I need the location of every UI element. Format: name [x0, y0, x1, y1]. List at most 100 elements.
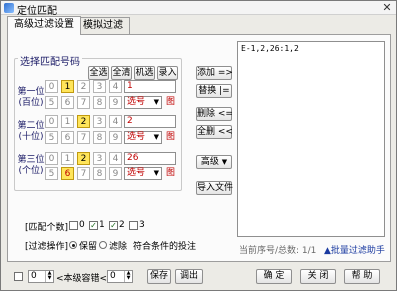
random-pick-button[interactable]: 机选 — [134, 66, 155, 80]
load-button[interactable]: 调出 — [175, 269, 203, 284]
num-cell[interactable]: 3 — [93, 80, 106, 93]
chevron-down-icon: ▼ — [221, 158, 228, 166]
save-button[interactable]: 保存 — [147, 269, 171, 284]
row3-number-input[interactable]: 26 — [124, 152, 176, 165]
match-count-checkbox-2[interactable]: ✓ — [109, 221, 118, 230]
advanced-dropdown-button[interactable]: 高级 ▼ — [196, 155, 232, 169]
num-cell[interactable]: 8 — [93, 131, 106, 144]
spinner-arrows-icon[interactable]: ▲ ▼ — [124, 271, 132, 282]
tolerance-min-spinner[interactable]: 0 ▲ ▼ — [28, 270, 54, 283]
match-count-checkbox-1[interactable]: ✓ — [89, 221, 98, 230]
num-cell-selected[interactable]: 1 — [61, 80, 74, 93]
delete-button[interactable]: 删除 <= — [196, 107, 233, 121]
match-count-option-1: 1 — [99, 220, 105, 230]
import-file-button[interactable]: 导入文件 — [196, 181, 233, 195]
num-cell[interactable]: 0 — [45, 115, 58, 128]
row2-label: 第二位 (十位) — [17, 121, 45, 143]
row2-label-line2: (十位) — [18, 132, 44, 142]
chevron-down-icon: ▼ — [153, 169, 159, 177]
tolerance-max-value: 0 — [110, 271, 116, 281]
row1-label-line2: (百位) — [18, 98, 44, 108]
match-count-checkbox-0[interactable] — [69, 221, 78, 230]
num-cell[interactable]: 9 — [109, 96, 122, 109]
num-cell[interactable]: 0 — [45, 80, 58, 93]
num-cell[interactable]: 9 — [109, 167, 122, 180]
remove-radio[interactable] — [99, 241, 107, 249]
delete-all-button[interactable]: 全删 << — [196, 125, 233, 139]
help-button[interactable]: 帮 助 — [344, 269, 380, 284]
close-icon[interactable]: ✕ — [380, 1, 394, 14]
num-cell[interactable]: 7 — [77, 131, 90, 144]
num-cell[interactable]: 7 — [77, 167, 90, 180]
num-cell[interactable]: 5 — [45, 131, 58, 144]
tolerance-max-spinner[interactable]: 0 ▲ ▼ — [107, 270, 133, 283]
conditions-textarea[interactable]: E-1,2,26:1,2 — [237, 41, 385, 237]
image-icon[interactable]: 图 — [165, 168, 176, 179]
tolerance-label: <本级容错< — [56, 274, 108, 284]
row2-select-dropdown[interactable]: 选号 ▼ — [124, 131, 162, 144]
num-cell[interactable]: 1 — [61, 152, 74, 165]
row3-label-line2: (个位) — [18, 166, 44, 176]
tab-simulate-filter[interactable]: 模拟过滤 — [76, 17, 130, 34]
title-bar: 定位匹配 ✕ — [1, 1, 396, 17]
match-count-checkbox-3[interactable] — [129, 221, 138, 230]
num-cell[interactable]: 5 — [45, 167, 58, 180]
row1-label: 第一位 (百位) — [17, 87, 45, 109]
add-button[interactable]: 添加 => — [196, 66, 233, 80]
clear-all-button[interactable]: 全清 — [111, 66, 132, 80]
close-button[interactable]: 关 闭 — [300, 269, 336, 284]
select-all-button[interactable]: 全选 — [88, 66, 109, 80]
row3-select-dropdown[interactable]: 选号 ▼ — [124, 167, 162, 180]
status-current-index: 当前序号/总数: 1/1 — [239, 246, 317, 256]
num-cell[interactable]: 7 — [77, 96, 90, 109]
row2-select-value: 选号 — [127, 132, 146, 142]
row2-label-line1: 第二位 — [17, 121, 45, 131]
tolerance-checkbox[interactable] — [14, 272, 23, 281]
num-cell[interactable]: 8 — [93, 96, 106, 109]
replace-button[interactable]: 替换 |= — [196, 84, 232, 98]
match-count-label: [匹配个数] — [25, 223, 69, 233]
ok-button[interactable]: 确 定 — [256, 269, 292, 284]
row1-select-value: 选号 — [127, 97, 146, 107]
filter-op-suffix: 符合条件的投注 — [133, 242, 197, 252]
num-cell[interactable]: 4 — [109, 152, 122, 165]
spinner-arrows-icon[interactable]: ▲ ▼ — [45, 271, 53, 282]
num-cell-selected[interactable]: 6 — [61, 167, 74, 180]
num-cell[interactable]: 2 — [77, 80, 90, 93]
row3-select-value: 选号 — [127, 168, 146, 178]
row3-label-line1: 第三位 — [17, 155, 45, 165]
match-count-option-0: 0 — [79, 220, 85, 230]
batch-filter-helper-link[interactable]: ▲批量过滤助手 — [324, 243, 385, 256]
image-icon[interactable]: 图 — [165, 132, 176, 143]
match-count-option-2: 2 — [119, 220, 125, 230]
image-icon[interactable]: 图 — [165, 97, 176, 108]
dialog-window: 定位匹配 ✕ 高级过滤设置 模拟过滤 选择匹配号码 全选 全清 机选 录入 第一… — [0, 0, 397, 291]
keep-radio[interactable] — [69, 241, 77, 249]
num-cell-selected[interactable]: 2 — [77, 115, 90, 128]
num-cell[interactable]: 3 — [93, 152, 106, 165]
chevron-down-icon: ▼ — [153, 133, 159, 141]
num-cell[interactable]: 9 — [109, 131, 122, 144]
window-title: 定位匹配 — [17, 6, 57, 17]
row2-number-input[interactable]: 2 — [124, 115, 176, 128]
num-cell[interactable]: 5 — [45, 96, 58, 109]
row1-label-line1: 第一位 — [17, 87, 45, 97]
num-cell[interactable]: 6 — [61, 131, 74, 144]
num-cell[interactable]: 1 — [61, 115, 74, 128]
num-cell[interactable]: 8 — [93, 167, 106, 180]
num-cell[interactable]: 4 — [109, 115, 122, 128]
num-cell[interactable]: 6 — [61, 96, 74, 109]
tolerance-min-value: 0 — [31, 271, 37, 281]
row1-number-input[interactable]: 1 — [124, 80, 176, 93]
enter-button[interactable]: 录入 — [157, 66, 178, 80]
tab-advanced-filter[interactable]: 高级过滤设置 — [7, 16, 81, 35]
num-cell[interactable]: 0 — [45, 152, 58, 165]
remove-label: 滤除 — [109, 242, 128, 252]
filter-op-label: [过滤操作] — [25, 242, 69, 252]
num-cell-selected[interactable]: 2 — [77, 152, 90, 165]
num-cell[interactable]: 3 — [93, 115, 106, 128]
keep-label: 保留 — [79, 242, 98, 252]
app-icon — [4, 3, 14, 13]
num-cell[interactable]: 4 — [109, 80, 122, 93]
row1-select-dropdown[interactable]: 选号 ▼ — [124, 96, 162, 109]
